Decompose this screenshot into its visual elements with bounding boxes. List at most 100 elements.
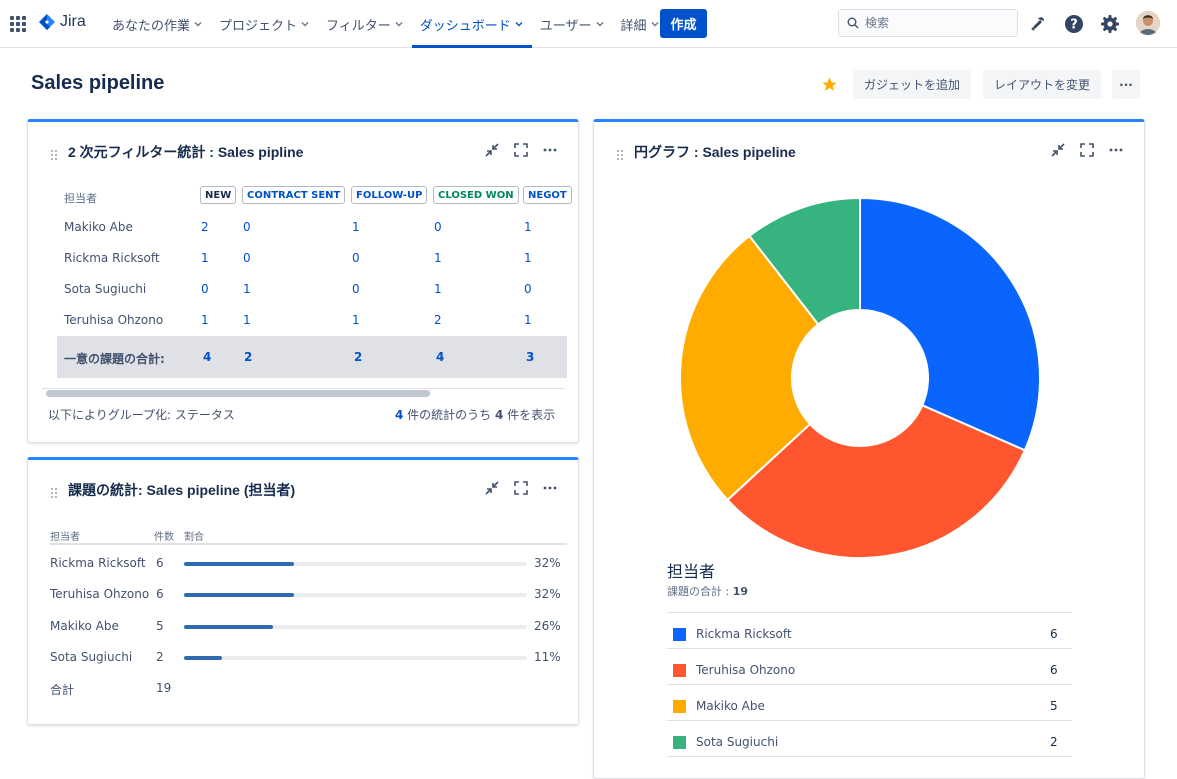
gadget-menu-icon[interactable] (541, 141, 559, 159)
count-cell[interactable]: 0 (434, 220, 442, 234)
pie-slice-0[interactable] (859, 196, 1041, 452)
ratio-bar-fill (184, 656, 222, 660)
legend-divider (667, 612, 1072, 613)
drag-handle-icon[interactable] (50, 484, 58, 498)
legend-label[interactable]: Sota Sugiuchi (696, 735, 778, 749)
star-favorite-icon[interactable] (821, 76, 838, 97)
nav-item-2[interactable]: フィルター (318, 0, 412, 48)
nav-item-1[interactable]: プロジェクト (211, 0, 318, 48)
minimize-icon[interactable] (483, 479, 501, 497)
ratio-percent: 26% (534, 619, 561, 633)
search-box[interactable] (838, 9, 1018, 37)
count-cell[interactable]: 1 (352, 220, 360, 234)
assignee-name[interactable]: Sota Sugiuchi (64, 282, 146, 296)
count-cell[interactable]: 1 (524, 313, 532, 327)
assignee-name[interactable]: Rickma Ricksoft (50, 556, 146, 570)
settings-gear-icon[interactable] (1098, 12, 1122, 36)
scrollbar-thumb[interactable] (46, 390, 430, 397)
status-lozenge-3[interactable]: CLOSED WON (433, 186, 519, 204)
create-button[interactable]: 作成 (660, 9, 707, 38)
main-nav: あなたの作業 プロジェクト フィルター ダッシュボード ユーザー 詳細 (104, 0, 668, 48)
ratio-bar (184, 593, 527, 597)
notifications-icon[interactable] (1026, 12, 1050, 36)
total-count-cell[interactable]: 3 (526, 350, 534, 364)
status-lozenge-1[interactable]: CONTRACT SENT (242, 186, 346, 204)
assignee-name[interactable]: Makiko Abe (64, 220, 133, 234)
count-cell[interactable]: 1 (524, 251, 532, 265)
ratio-percent: 32% (534, 556, 561, 570)
total-count-cell[interactable]: 2 (354, 350, 362, 364)
count-cell[interactable]: 0 (243, 220, 251, 234)
count-cell[interactable]: 1 (434, 251, 442, 265)
assignee-name[interactable]: Sota Sugiuchi (50, 650, 132, 664)
gadget-menu-icon[interactable] (541, 479, 559, 497)
showing-count-text: 4 件の統計のうち 4 件を表示 (395, 408, 556, 422)
add-gadget-button[interactable]: ガジェットを追加 (853, 70, 972, 99)
user-avatar[interactable] (1136, 11, 1160, 35)
count-cell[interactable]: 1 (201, 251, 209, 265)
drag-handle-icon[interactable] (50, 146, 58, 160)
assignee-name[interactable]: Rickma Ricksoft (64, 251, 160, 265)
nav-item-4[interactable]: ユーザー (532, 0, 613, 48)
two-dimensional-filter-gadget: 2 次元フィルター統計 : Sales pipline 担当者 NEW CONTR… (27, 119, 579, 443)
issue-count: 6 (156, 556, 164, 570)
count-cell[interactable]: 0 (352, 282, 360, 296)
nav-item-label: あなたの作業 (112, 18, 191, 34)
legend-label[interactable]: Teruhisa Ohzono (696, 663, 795, 677)
ratio-percent: 11% (534, 650, 561, 664)
search-input[interactable] (865, 16, 1005, 30)
count-cell[interactable]: 1 (243, 282, 251, 296)
nav-item-label: プロジェクト (219, 18, 298, 34)
count-cell[interactable]: 0 (243, 251, 251, 265)
legend-total: 課題の合計 : 19 (667, 585, 749, 598)
count-cell[interactable]: 1 (434, 282, 442, 296)
nav-item-0[interactable]: あなたの作業 (104, 0, 211, 48)
maximize-icon[interactable] (512, 479, 530, 497)
ratio-percent: 32% (534, 587, 561, 601)
count-cell[interactable]: 0 (524, 282, 532, 296)
total-count-cell[interactable]: 4 (203, 350, 211, 364)
search-icon (847, 17, 859, 29)
legend-swatch (673, 736, 686, 749)
count-cell[interactable]: 2 (434, 313, 442, 327)
chevron-down-icon (301, 22, 309, 27)
count-cell[interactable]: 0 (352, 251, 360, 265)
count-cell[interactable]: 1 (243, 313, 251, 327)
maximize-icon[interactable] (512, 141, 530, 159)
change-layout-button[interactable]: レイアウトを変更 (983, 70, 1102, 99)
count-cell[interactable]: 2 (201, 220, 209, 234)
logo-text: Jira (60, 13, 86, 30)
status-lozenge-2[interactable]: FOLLOW-UP (351, 186, 428, 204)
count-cell[interactable]: 1 (201, 313, 209, 327)
legend-label[interactable]: Makiko Abe (696, 699, 765, 713)
top-navigation-bar: Jira あなたの作業 プロジェクト フィルター ダッシュボード ユーザー 詳細 作成 ? (0, 0, 1177, 48)
count-cell[interactable]: 0 (201, 282, 209, 296)
legend-label[interactable]: Rickma Ricksoft (696, 627, 792, 641)
svg-text:?: ? (1070, 18, 1078, 33)
jira-logo[interactable]: Jira (38, 13, 86, 31)
legend-value: 6 (1050, 627, 1058, 641)
status-lozenge-4[interactable]: NEGOT (523, 186, 572, 204)
chevron-down-icon (395, 22, 403, 27)
app-switcher-icon[interactable] (10, 16, 26, 32)
nav-item-3[interactable]: ダッシュボード (412, 0, 532, 48)
count-cell[interactable]: 1 (352, 313, 360, 327)
ratio-bar-fill (184, 562, 294, 566)
assignee-name[interactable]: Makiko Abe (50, 619, 119, 633)
minimize-icon[interactable] (483, 141, 501, 159)
nav-item-label: ダッシュボード (419, 18, 511, 34)
ratio-bar (184, 625, 527, 629)
total-count-cell[interactable]: 4 (436, 350, 444, 364)
ratio-bar (184, 562, 527, 566)
help-icon[interactable]: ? (1062, 12, 1086, 36)
chevron-down-icon (596, 22, 604, 27)
assignee-name[interactable]: Teruhisa Ohzono (64, 313, 163, 327)
count-cell[interactable]: 1 (524, 220, 532, 234)
more-options-button[interactable]: ··· (1112, 70, 1140, 99)
group-by-text: 以下によりグループ化: ステータス (48, 408, 235, 422)
legend-divider (667, 684, 1072, 685)
status-lozenge-0[interactable]: NEW (200, 186, 237, 204)
assignee-name[interactable]: Teruhisa Ohzono (50, 587, 149, 601)
ratio-bar-fill (184, 593, 294, 597)
total-count-cell[interactable]: 2 (244, 350, 252, 364)
